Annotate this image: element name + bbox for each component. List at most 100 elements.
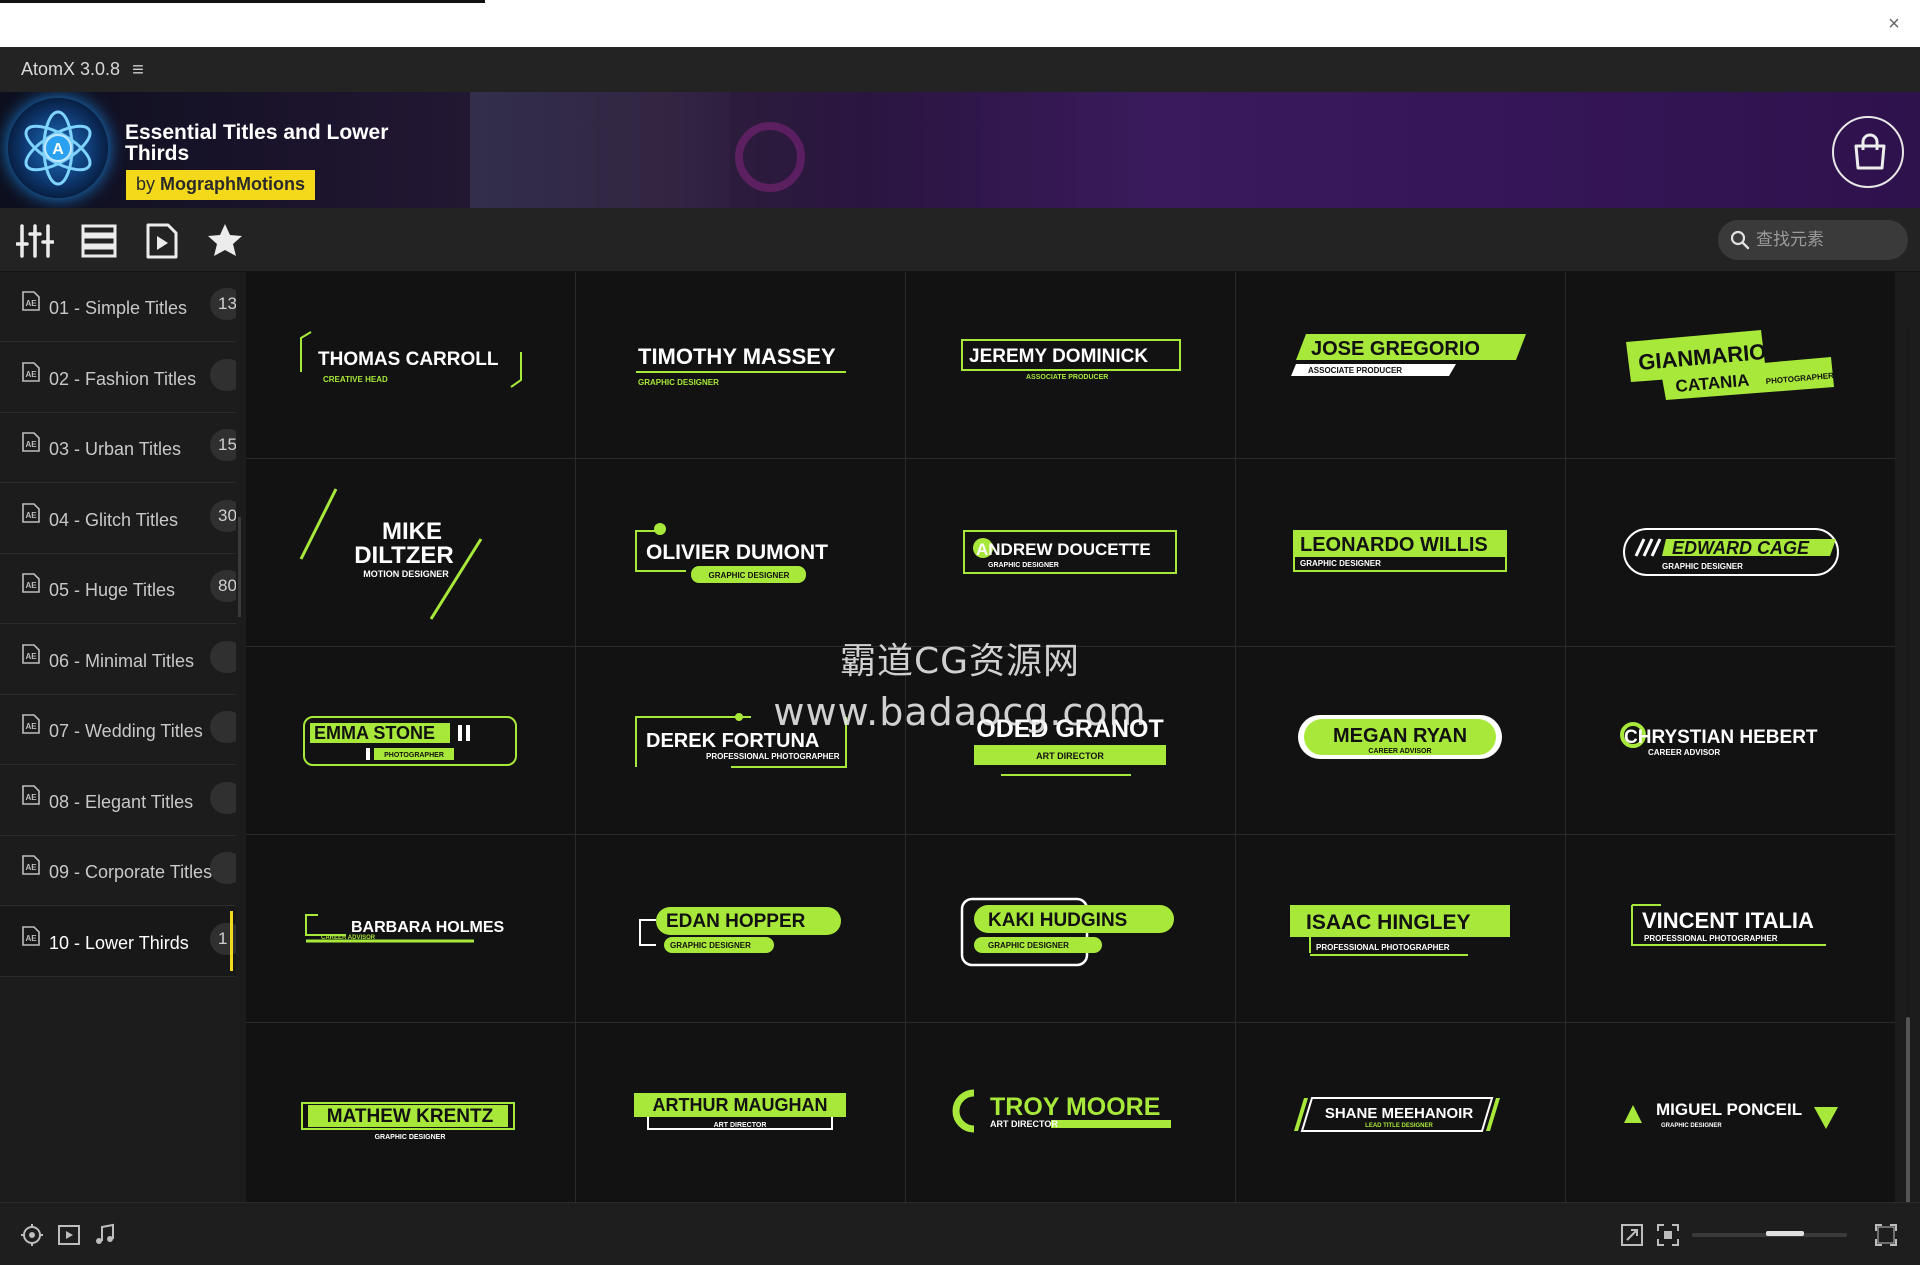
template-thumbnail[interactable]: EDWARD CAGE GRAPHIC DESIGNER: [1566, 459, 1895, 646]
template-thumbnail[interactable]: OLIVIER DUMONT GRAPHIC DESIGNER: [576, 459, 905, 646]
lower-third-preview: ISAAC HINGLEY PROFESSIONAL PHOTOGRAPHER: [1290, 905, 1510, 956]
svg-text:ART DIRECTOR: ART DIRECTOR: [990, 1119, 1058, 1129]
sliders-icon[interactable]: [15, 222, 55, 260]
sidebar-item-2[interactable]: AE 02 - Fashion Titles: [0, 343, 236, 413]
sidebar-item-1[interactable]: AE 01 - Simple Titles 13: [0, 272, 236, 342]
svg-text:DILTZER: DILTZER: [354, 542, 454, 569]
template-thumbnail[interactable]: JOSE GREGORIO ASSOCIATE PRODUCER: [1236, 272, 1565, 458]
item-count-badge: [210, 358, 236, 391]
sidebar-item-5[interactable]: AE 05 - Huge Titles 80: [0, 554, 236, 624]
settings-icon[interactable]: [20, 1223, 44, 1247]
thumbnail-size-slider[interactable]: [1692, 1231, 1847, 1237]
sidebar-item-4[interactable]: AE 04 - Glitch Titles 30: [0, 484, 236, 554]
template-thumbnail[interactable]: ARTHUR MAUGHAN ART DIRECTOR: [576, 1023, 905, 1209]
sidebar-item-label: 08 - Elegant Titles: [49, 791, 194, 812]
lower-third-preview: VINCENT ITALIAPROFESSIONAL PHOTOGRAPHER: [1631, 904, 1826, 946]
ae-file-icon: AE: [20, 925, 42, 947]
svg-text:MIGUEL PONCEIL: MIGUEL PONCEIL: [1656, 1100, 1802, 1119]
svg-text:AE: AE: [25, 863, 37, 872]
app-title: AtomX 3.0.8: [21, 59, 121, 79]
item-count-badge: 30: [210, 499, 236, 532]
ae-file-icon: AE: [20, 361, 42, 383]
lower-third-preview: KAKI HUDGINS GRAPHIC DESIGNER: [960, 897, 1174, 967]
sidebar-item-8[interactable]: AE 08 - Elegant Titles: [0, 766, 236, 836]
svg-text:CREATIVE HEAD: CREATIVE HEAD: [323, 375, 388, 384]
template-thumbnail[interactable]: SHANE MEEHANOIR LEAD TITLE DESIGNER: [1236, 1023, 1565, 1209]
svg-text:ANDREW DOUCETTE: ANDREW DOUCETTE: [976, 540, 1151, 559]
template-thumbnail[interactable]: EDAN HOPPER GRAPHIC DESIGNER: [576, 835, 905, 1022]
list-view-icon[interactable]: [80, 222, 118, 260]
active-indicator: [230, 910, 233, 971]
template-thumbnail[interactable]: THOMAS CARROLL CREATIVE HEAD: [246, 272, 575, 458]
template-thumbnail[interactable]: EMMA STONE PHOTOGRAPHER: [246, 647, 575, 834]
fit-view-icon[interactable]: [1656, 1223, 1680, 1247]
search-box[interactable]: [1718, 220, 1908, 260]
svg-text:JOSE GREGORIO: JOSE GREGORIO: [1311, 338, 1480, 360]
shopping-bag-button[interactable]: [1832, 116, 1904, 188]
lower-third-preview: MIKEDILTZER MOTION DESIGNER: [299, 488, 483, 620]
ae-file-icon: AE: [20, 643, 42, 665]
ae-file-icon: AE: [20, 502, 42, 524]
svg-text:GRAPHIC DESIGNER: GRAPHIC DESIGNER: [709, 571, 790, 580]
sidebar-item-9[interactable]: AE 09 - Corporate Titles: [0, 836, 236, 906]
svg-text:GRAPHIC DESIGNER: GRAPHIC DESIGNER: [670, 941, 751, 950]
svg-text:THOMAS CARROLL: THOMAS CARROLL: [318, 349, 499, 370]
author-badge[interactable]: by MographMotions: [126, 170, 316, 200]
author-name: MographMotions: [160, 174, 306, 194]
item-count-badge: [210, 640, 236, 673]
svg-text:EDWARD CAGE: EDWARD CAGE: [1672, 538, 1810, 558]
template-thumbnail[interactable]: MEGAN RYAN CAREER ADVISOR: [1236, 647, 1565, 834]
product-title: Essential Titles and Lower Thirds: [125, 121, 389, 165]
sidebar-item-6[interactable]: AE 06 - Minimal Titles: [0, 625, 236, 695]
music-icon[interactable]: [93, 1223, 117, 1247]
template-thumbnail[interactable]: ISAAC HINGLEY PROFESSIONAL PHOTOGRAPHER: [1236, 835, 1565, 1022]
sidebar-item-3[interactable]: AE 03 - Urban Titles 15: [0, 413, 236, 483]
svg-text:ARTHUR MAUGHAN: ARTHUR MAUGHAN: [653, 1095, 828, 1115]
template-thumbnail[interactable]: ODED GRANOT ART DIRECTOR: [906, 647, 1235, 834]
svg-text:AE: AE: [25, 511, 37, 520]
grid-scrollbar[interactable]: [1906, 327, 1910, 1247]
lower-third-preview: JOSE GREGORIO ASSOCIATE PRODUCER: [1291, 334, 1526, 376]
sidebar-item-7[interactable]: AE 07 - Wedding Titles: [0, 695, 236, 765]
fullscreen-icon[interactable]: [1874, 1223, 1898, 1247]
template-thumbnail[interactable]: JEREMY DOMINICK ASSOCIATE PRODUCER: [906, 272, 1235, 458]
slider-knob[interactable]: [1766, 1231, 1804, 1236]
template-thumbnail[interactable]: LEONARDO WILLIS GRAPHIC DESIGNER: [1236, 459, 1565, 646]
preview-icon[interactable]: [143, 222, 181, 260]
template-thumbnail[interactable]: MIGUEL PONCEIL GRAPHIC DESIGNER: [1566, 1023, 1895, 1209]
svg-text:PROFESSIONAL PHOTOGRAPHER: PROFESSIONAL PHOTOGRAPHER: [706, 752, 840, 761]
template-thumbnail[interactable]: MATHEW KRENTZ GRAPHIC DESIGNER: [246, 1023, 575, 1209]
template-thumbnail[interactable]: GIANMARIO CATANIA PHOTOGRAPHER: [1566, 272, 1895, 458]
template-thumbnail[interactable]: CHRYSTIAN HEBERT CAREER ADVISOR: [1566, 647, 1895, 834]
template-thumbnail[interactable]: BARBARA HOLMES CAREER ADVISOR: [246, 835, 575, 1022]
svg-text:CHRYSTIAN HEBERT: CHRYSTIAN HEBERT: [1624, 727, 1818, 748]
hamburger-menu-icon[interactable]: ≡: [132, 60, 144, 80]
search-icon: [1730, 230, 1750, 250]
svg-text:MIKE: MIKE: [382, 518, 442, 545]
template-thumbnail[interactable]: TIMOTHY MASSEY GRAPHIC DESIGNER: [576, 272, 905, 458]
video-icon[interactable]: [57, 1223, 81, 1247]
sidebar-item-10[interactable]: AE 10 - Lower Thirds 1: [0, 906, 236, 977]
svg-text:AE: AE: [25, 722, 37, 731]
close-icon[interactable]: ×: [1882, 12, 1906, 36]
template-thumbnail[interactable]: DEREK FORTUNA PROFESSIONAL PHOTOGRAPHER: [576, 647, 905, 834]
search-input[interactable]: [1756, 230, 1896, 250]
template-thumbnail[interactable]: TROY MOORE ART DIRECTOR: [906, 1023, 1235, 1209]
export-icon[interactable]: [1620, 1223, 1644, 1247]
svg-text:TIMOTHY MASSEY: TIMOTHY MASSEY: [638, 344, 836, 369]
sidebar-item-label: 04 - Glitch Titles: [49, 509, 179, 530]
lower-third-preview: EDAN HOPPER GRAPHIC DESIGNER: [639, 907, 841, 953]
lower-third-preview: OLIVIER DUMONT GRAPHIC DESIGNER: [635, 523, 828, 583]
favorites-star-icon[interactable]: [206, 222, 244, 260]
template-thumbnail[interactable]: ANDREW DOUCETTE GRAPHIC DESIGNER: [906, 459, 1235, 646]
lower-third-preview: BARBARA HOLMESCAREER ADVISOR: [305, 914, 505, 943]
svg-text:ART DIRECTOR: ART DIRECTOR: [714, 1122, 767, 1129]
template-thumbnail[interactable]: VINCENT ITALIA PROFESSIONAL PHOTOGRAPHER: [1566, 835, 1895, 1022]
sidebar-scrollbar[interactable]: [238, 517, 241, 617]
lower-third-preview: JEREMY DOMINICK ASSOCIATE PRODUCER: [961, 339, 1181, 381]
template-thumbnail[interactable]: KAKI HUDGINS GRAPHIC DESIGNER: [906, 835, 1235, 1022]
svg-text:PROFESSIONAL PHOTOGRAPHER: PROFESSIONAL PHOTOGRAPHER: [1316, 943, 1450, 952]
template-thumbnail[interactable]: MIKE DILTZER MOTION DESIGNER: [246, 459, 575, 646]
sidebar-item-label: 06 - Minimal Titles: [49, 650, 195, 671]
svg-text:AE: AE: [25, 370, 37, 379]
